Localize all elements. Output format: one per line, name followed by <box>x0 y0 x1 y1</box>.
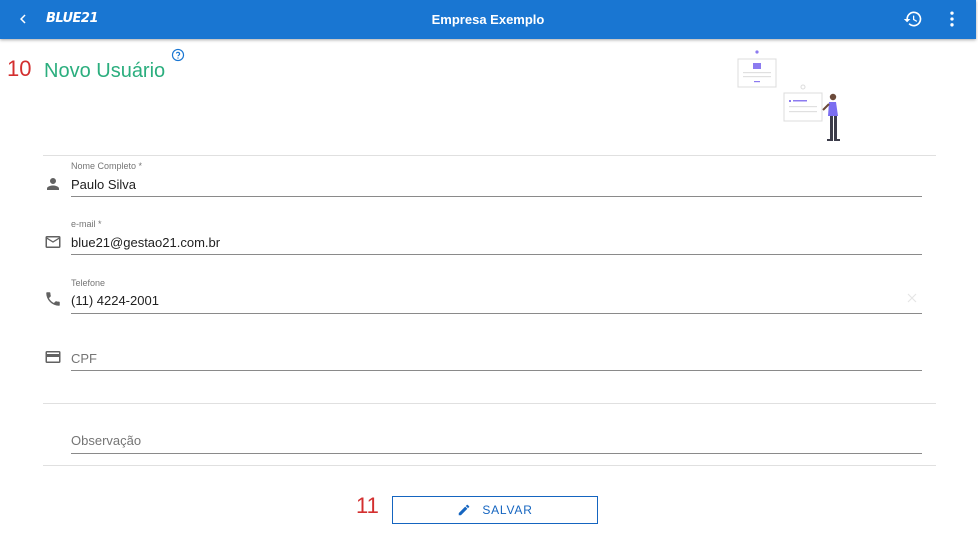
full-name-label: Nome Completo * <box>71 161 143 171</box>
full-name-input[interactable]: Paulo Silva <box>71 177 136 192</box>
clear-icon[interactable] <box>907 293 917 303</box>
divider <box>43 155 936 156</box>
new-user-illustration <box>737 50 840 141</box>
divider <box>43 403 936 404</box>
page-title: Novo Usuário <box>44 60 166 82</box>
full-name-underline <box>71 196 922 197</box>
observation-input[interactable]: Observação <box>71 433 141 448</box>
observation-underline <box>71 453 922 454</box>
more-vert-icon[interactable] <box>942 9 962 29</box>
save-button[interactable]: SALVAR <box>392 496 598 524</box>
save-label: SALVAR <box>482 503 533 517</box>
step-annotation-10: 10 <box>7 56 32 81</box>
email-input[interactable]: blue21@gestao21.com.br <box>71 235 220 250</box>
help-circle-icon[interactable] <box>171 48 185 62</box>
email-field[interactable]: e-mail * blue21@gestao21.com.br <box>44 218 922 262</box>
email-underline <box>71 254 922 255</box>
cpf-underline <box>71 370 922 371</box>
credit-card-icon <box>45 351 61 363</box>
person-icon <box>47 178 59 190</box>
app-bar: BLUE21 Empresa Exemplo <box>0 0 976 39</box>
phone-underline <box>71 313 922 314</box>
full-name-field[interactable]: Nome Completo * Paulo Silva <box>44 160 922 204</box>
divider <box>43 465 936 466</box>
history-icon[interactable] <box>903 9 923 29</box>
observation-field[interactable]: Observação <box>44 418 922 462</box>
step-annotation-11: 11 <box>356 493 379 518</box>
phone-field[interactable]: Telefone (11) 4224-2001 <box>44 277 922 321</box>
mail-icon <box>45 236 61 248</box>
phone-label: Telefone <box>71 278 106 288</box>
cpf-input[interactable]: CPF <box>71 351 97 366</box>
cpf-field[interactable]: CPF <box>44 335 922 379</box>
phone-icon <box>46 292 60 306</box>
company-title: Empresa Exemplo <box>431 12 545 27</box>
pencil-icon <box>459 504 470 516</box>
phone-input[interactable]: (11) 4224-2001 <box>71 293 159 308</box>
email-label: e-mail * <box>71 219 102 229</box>
